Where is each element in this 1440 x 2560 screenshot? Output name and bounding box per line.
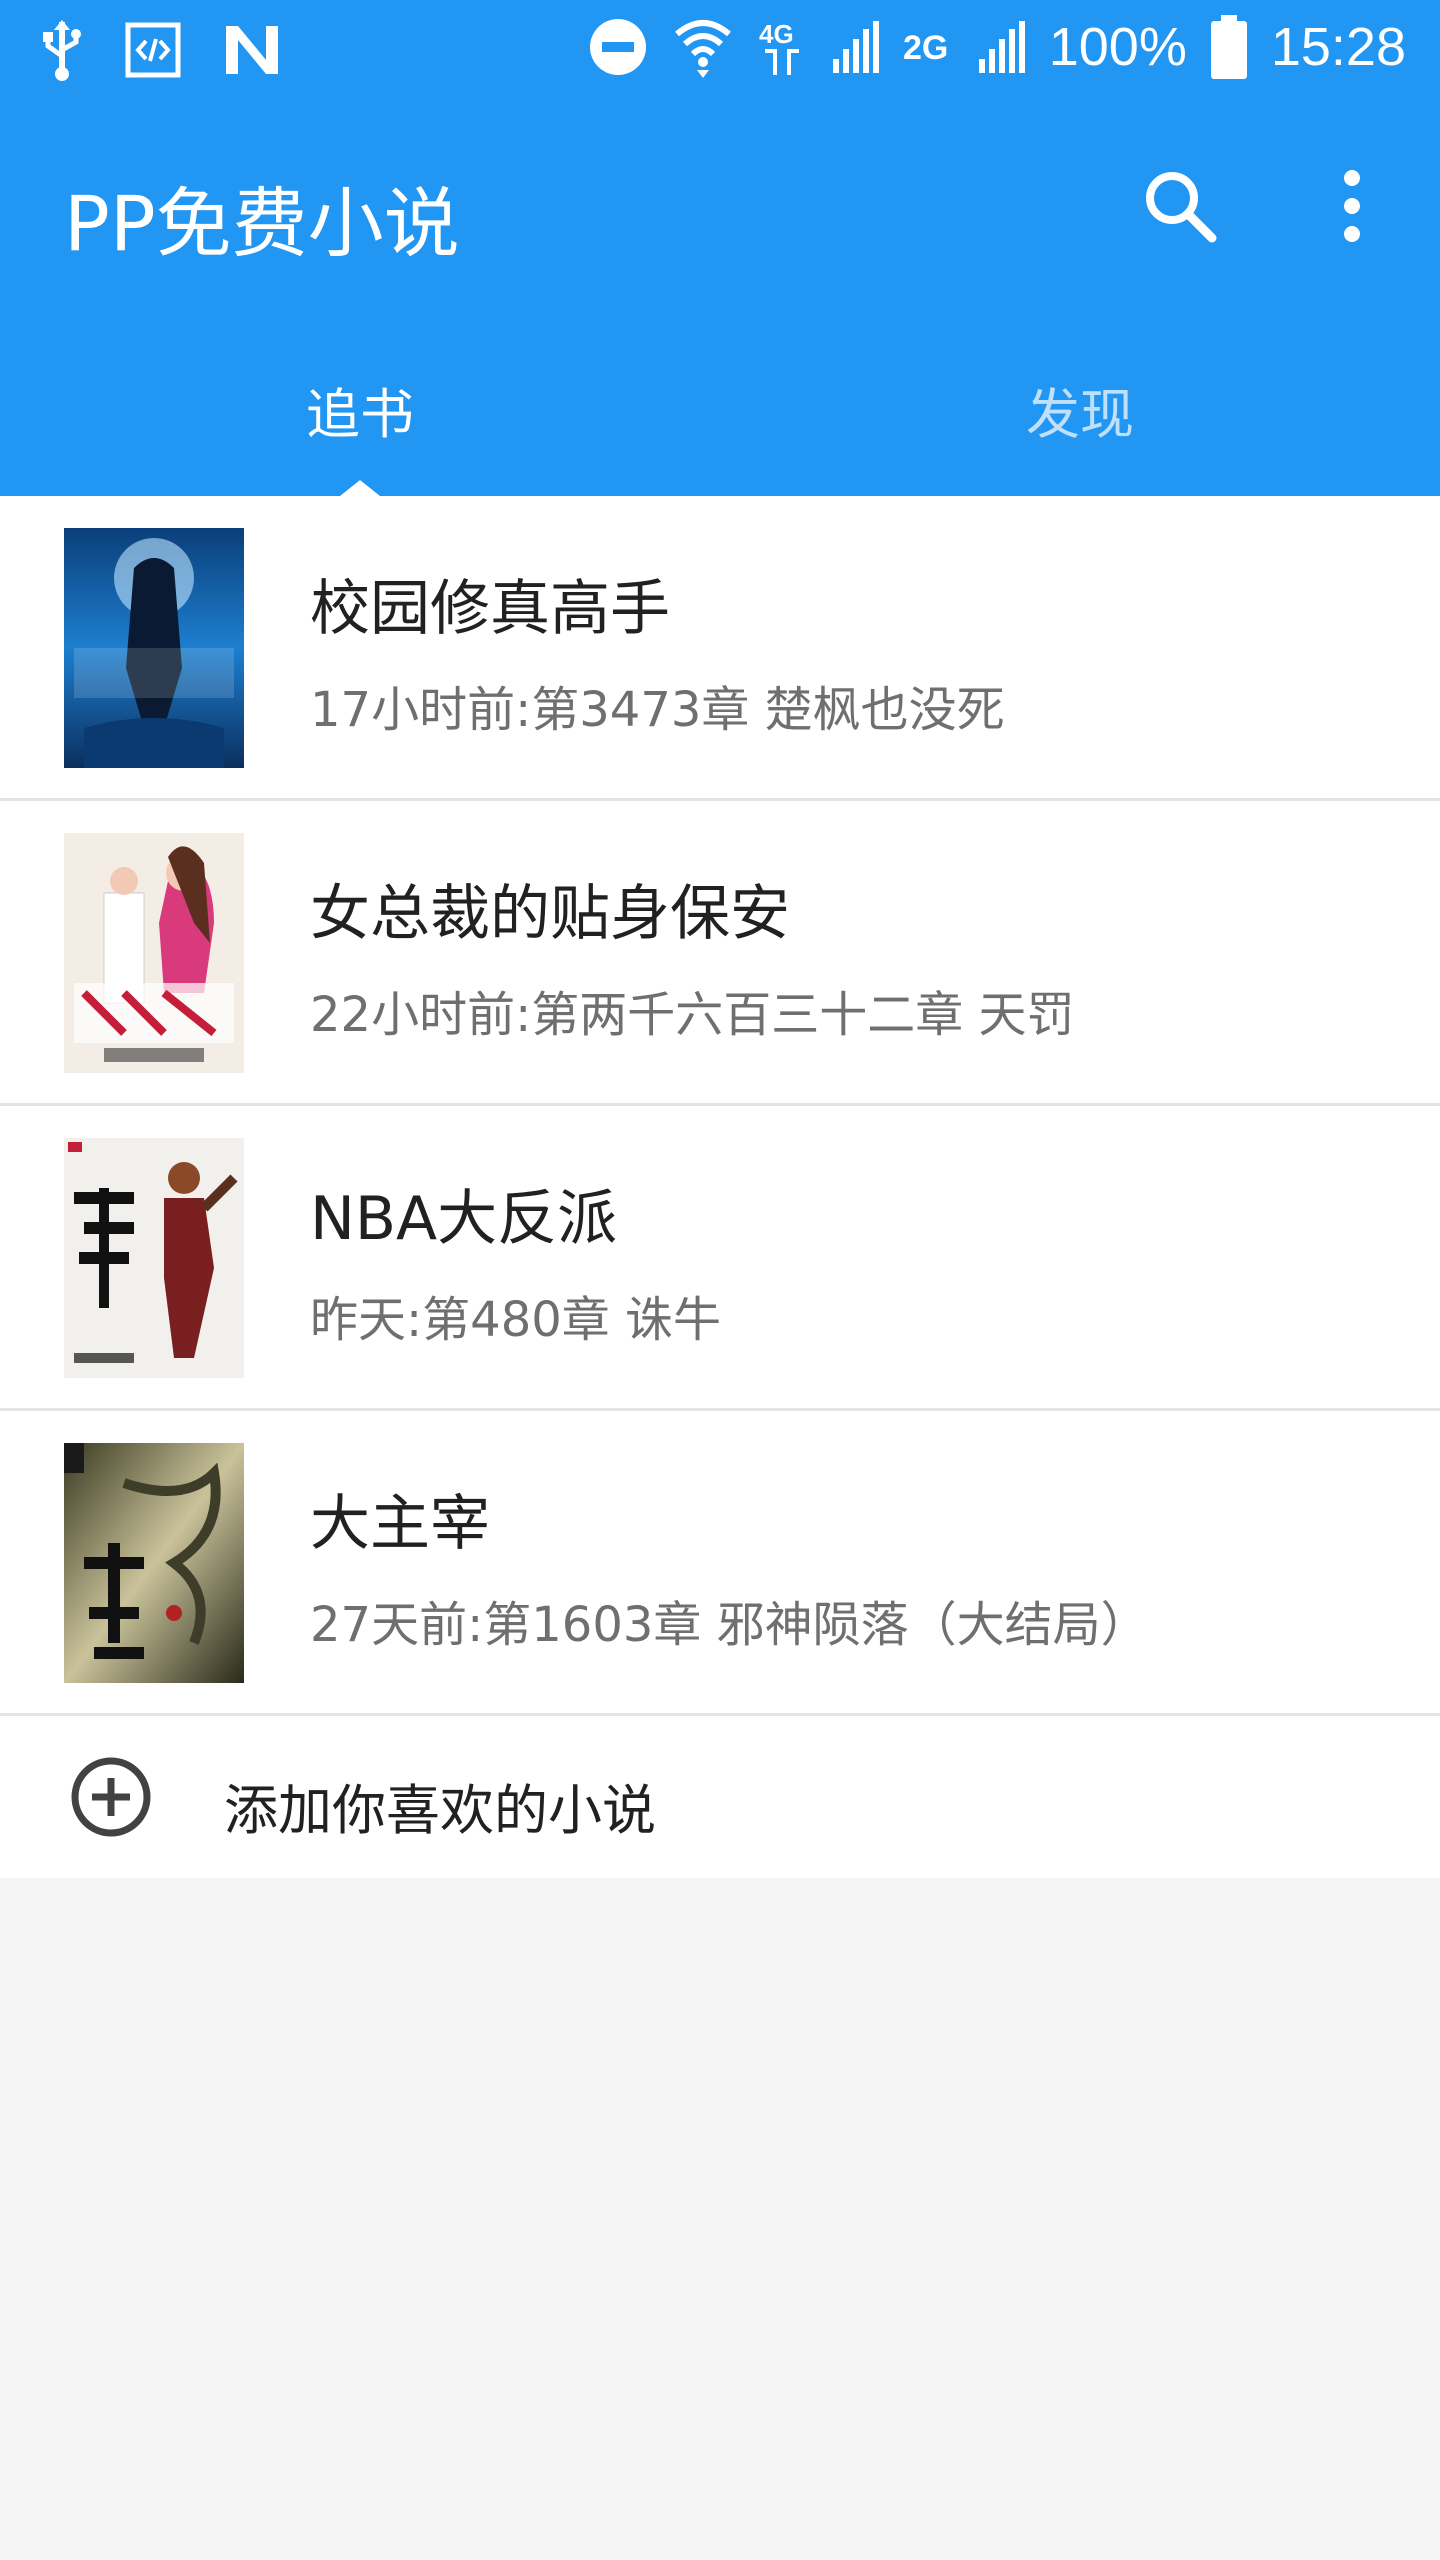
add-circle-icon <box>71 1757 151 1837</box>
book-row[interactable]: NBA大反派 昨天:第480章 诛牛 <box>0 1106 1440 1411</box>
usb-icon <box>43 20 81 81</box>
app-title: PP免费小说 <box>64 179 460 268</box>
svg-text:2G: 2G <box>903 29 948 67</box>
status-left-icons <box>40 18 282 82</box>
wifi-icon <box>674 20 731 78</box>
more-vert-icon <box>1344 170 1360 242</box>
app-bar: PP免费小说 <box>0 100 1440 310</box>
code-icon <box>125 22 181 78</box>
n-notification-icon <box>226 26 278 74</box>
book-cover-image <box>64 1138 244 1378</box>
add-book-row[interactable]: 添加你喜欢的小说 <box>0 1716 1440 1878</box>
tab-bar: 追书 发现 <box>0 310 1440 496</box>
signal-icon <box>832 21 879 73</box>
clock: 15:28 <box>1270 17 1406 77</box>
status-right-icons: 4G 2G 100% 15:28 <box>587 14 1406 80</box>
svg-text:4G: 4G <box>759 19 794 49</box>
overflow-menu-button[interactable] <box>1312 166 1392 246</box>
status-bar: 4G 2G 100% 15:28 <box>0 0 1440 100</box>
book-latest-chapter: 昨天:第480章 诛牛 <box>310 1292 722 1348</box>
2g-icon: 2G <box>903 29 948 67</box>
book-latest-chapter: 17小时前:第3473章 楚枫也没死 <box>310 682 1005 738</box>
book-row[interactable]: 校园修真高手 17小时前:第3473章 楚枫也没死 <box>0 496 1440 801</box>
book-title: 校园修真高手 <box>310 574 670 644</box>
search-icon <box>1146 172 1217 243</box>
book-latest-chapter: 22小时前:第两千六百三十二章 天罚 <box>310 987 1075 1043</box>
book-title: 大主宰 <box>310 1489 490 1559</box>
4g-icon: 4G <box>759 19 799 75</box>
book-row[interactable]: 女总裁的贴身保安 22小时前:第两千六百三十二章 天罚 <box>0 801 1440 1106</box>
book-latest-chapter: 27天前:第1603章 邪神陨落（大结局） <box>310 1597 1149 1653</box>
signal-icon <box>978 21 1025 73</box>
book-title: NBA大反派 <box>310 1184 618 1254</box>
battery-percent: 100% <box>1048 17 1187 77</box>
search-button[interactable] <box>1140 166 1220 246</box>
dnd-icon <box>589 19 646 75</box>
add-book-label: 添加你喜欢的小说 <box>224 1779 656 1842</box>
book-cover-image <box>64 1443 244 1683</box>
tab-following[interactable]: 追书 <box>0 370 720 449</box>
tab-discover[interactable]: 发现 <box>720 370 1440 449</box>
book-cover-image <box>64 528 244 768</box>
battery-icon <box>1210 15 1247 79</box>
book-row[interactable]: 大主宰 27天前:第1603章 邪神陨落（大结局） <box>0 1411 1440 1716</box>
active-tab-indicator <box>340 480 380 496</box>
book-cover-image <box>64 833 244 1073</box>
book-title: 女总裁的贴身保安 <box>310 879 790 949</box>
book-list: 校园修真高手 17小时前:第3473章 楚枫也没死 女总裁的贴身保安 22小时前… <box>0 496 1440 1878</box>
